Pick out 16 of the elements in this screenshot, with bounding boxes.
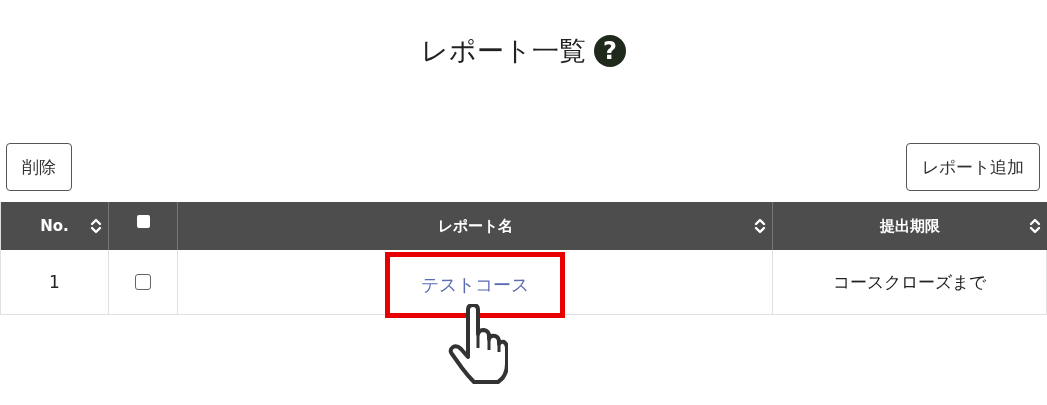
sort-icon[interactable] [1029,218,1041,234]
select-all-checkbox[interactable] [136,214,150,228]
sort-icon[interactable] [90,218,102,234]
report-link[interactable]: テストコース [421,273,529,297]
help-icon[interactable]: ? [594,35,626,67]
row-checkbox[interactable] [135,274,151,290]
page-title: レポート一覧 [421,34,586,68]
table-cell: 1 [1,250,109,315]
hand-pointer-icon [448,304,508,384]
table-cell: コースクローズまで [773,250,1047,315]
column-header[interactable]: レポート名 [178,202,773,250]
add-report-button[interactable]: レポート追加 [906,143,1040,191]
column-header[interactable]: 提出期限 [773,202,1047,250]
sort-icon[interactable] [754,218,766,234]
column-header[interactable]: No. [1,202,109,250]
delete-button[interactable]: 削除 [6,143,72,191]
